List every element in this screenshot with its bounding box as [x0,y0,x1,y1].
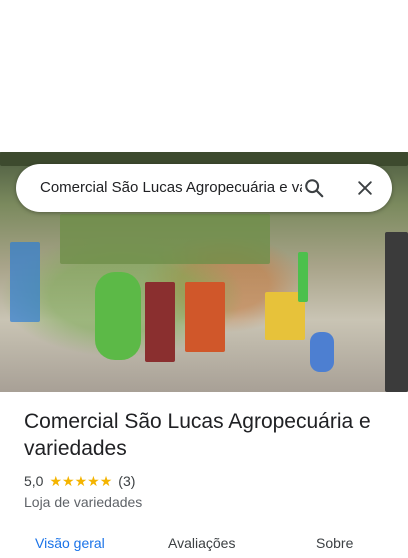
place-category: Loja de variedades [24,494,143,510]
star-icon: ★ [62,473,75,489]
place-tabs: Visão geral Avaliações Sobre [0,528,408,551]
search-button[interactable] [298,172,330,204]
photo-green-sprayer [95,272,141,360]
search-icon [305,179,324,198]
search-bar[interactable]: Comercial São Lucas Agropecuária e varie… [16,164,392,212]
rating-value: 5,0 [24,473,44,489]
rating-row[interactable]: 5,0 ★ ★ ★ ★ ★ (3) [24,471,135,491]
search-input[interactable]: Comercial São Lucas Agropecuária e varie… [40,178,302,198]
star-icon: ★ [49,473,63,489]
star-icon: ★ [99,473,113,489]
photo-seed-rack [60,214,270,264]
photo-blue-stand [10,242,40,322]
star-icon: ★ [87,473,100,489]
star-icon: ★ [74,473,88,489]
close-button[interactable] [349,172,381,204]
review-count[interactable]: (3) [118,473,135,489]
photo-green-tool [298,252,308,302]
tab-about[interactable]: Sobre [316,528,353,558]
photo-person [385,232,408,392]
close-icon [358,181,372,195]
photo-blue-bag [310,332,334,372]
tab-overview[interactable]: Visão geral [35,528,105,558]
place-title: Comercial São Lucas Agropecuária e varie… [24,410,371,460]
photo-tool-pack [185,282,225,352]
photo-pruner [145,282,175,362]
rating-stars: ★ ★ ★ ★ ★ [49,474,112,488]
tab-reviews[interactable]: Avaliações [168,528,235,558]
